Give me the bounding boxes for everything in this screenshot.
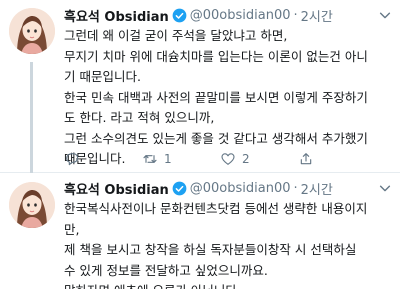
retweet-button[interactable]: 1 [142,151,220,167]
separator-dot: · [293,180,298,196]
verified-badge-icon [172,181,187,196]
retweet-count: 1 [164,152,172,166]
tweet-text-line: 수 있게 정보를 전달하고 싶었으니까요. [64,262,268,278]
tweet-text-line: 말하자면 애초에 오류가 아닙니다. [64,281,392,289]
tweet-feed: 흑요석 Obsidian @00obsidian00 · 2시간 그런데 왜 이… [0,0,400,289]
tweet-text-line: 한국 민속 대백과 사전의 끝말미를 보시면 이렇게 주장하기 [64,89,368,105]
tweet-header: 흑요석 Obsidian @00obsidian00 · 2시간 [64,179,333,198]
reply-icon [66,153,79,166]
avatar[interactable] [9,182,55,228]
chevron-down-icon[interactable] [378,181,392,195]
like-button[interactable]: 2 [220,151,298,167]
share-button[interactable] [298,151,376,167]
timestamp[interactable]: 2시간 [301,6,333,25]
tweet-text: 그런데 왜 이걸 굳이 주석을 달았냐고 하면, 무지기 치마 위에 대슘치마를… [64,26,392,170]
tweet-text-line: 그런데 왜 이걸 굳이 주석을 달았냐고 하면, [64,28,288,43]
retweet-icon [143,155,157,163]
tweet-text: 한국복식사전이나 문화컨텐츠닷컴 등에선 생략한 내용이지 만, 제 책을 보시… [64,199,392,289]
tweet-text-line: 한국복식사전이나 문화컨텐츠닷컴 등에선 생략한 내용이지 [64,201,368,216]
avatar-illustration [9,182,55,228]
share-icon [300,153,312,165]
like-count: 2 [242,152,250,166]
tweet-text-line: 기 때문입니다. [64,69,141,84]
avatar[interactable] [9,8,55,54]
display-name[interactable]: 흑요석 Obsidian [64,179,169,198]
tweet-text-line: 도 한다. 라고 적혀 있으니까, [64,110,215,125]
tweet-text-line: 제 책을 보시고 창작을 하실 독자분들이창작 시 선택하실 [64,242,357,257]
tweet-text-line: 그런 소수의견도 있는게 좋을 것 같다고 생각해서 추가했기 [64,130,368,146]
tweet-actions: 1 2 [64,151,394,167]
display-name[interactable]: 흑요석 Obsidian [64,6,169,25]
tweet-header: 흑요석 Obsidian @00obsidian00 · 2시간 [64,6,333,25]
tweet[interactable]: 흑요석 Obsidian @00obsidian00 · 2시간 그런데 왜 이… [0,0,400,173]
timestamp[interactable]: 2시간 [301,179,333,198]
tweet-text-line: 만, [64,221,80,237]
thread-connector-line [30,62,33,173]
heart-icon [221,153,235,165]
tweet-text-line: 무지기 치마 위에 대슘치마를 입는다는 이론이 없는건 아니 [64,48,368,64]
reply-button[interactable] [64,151,142,167]
chevron-down-icon[interactable] [378,8,392,22]
user-handle[interactable]: @00obsidian00 [190,181,291,196]
verified-badge-icon [172,8,187,23]
tweet[interactable]: 흑요석 Obsidian @00obsidian00 · 2시간 한국복식사전이… [0,173,400,289]
avatar-illustration [9,8,55,54]
separator-dot: · [293,7,298,23]
user-handle[interactable]: @00obsidian00 [190,8,291,23]
